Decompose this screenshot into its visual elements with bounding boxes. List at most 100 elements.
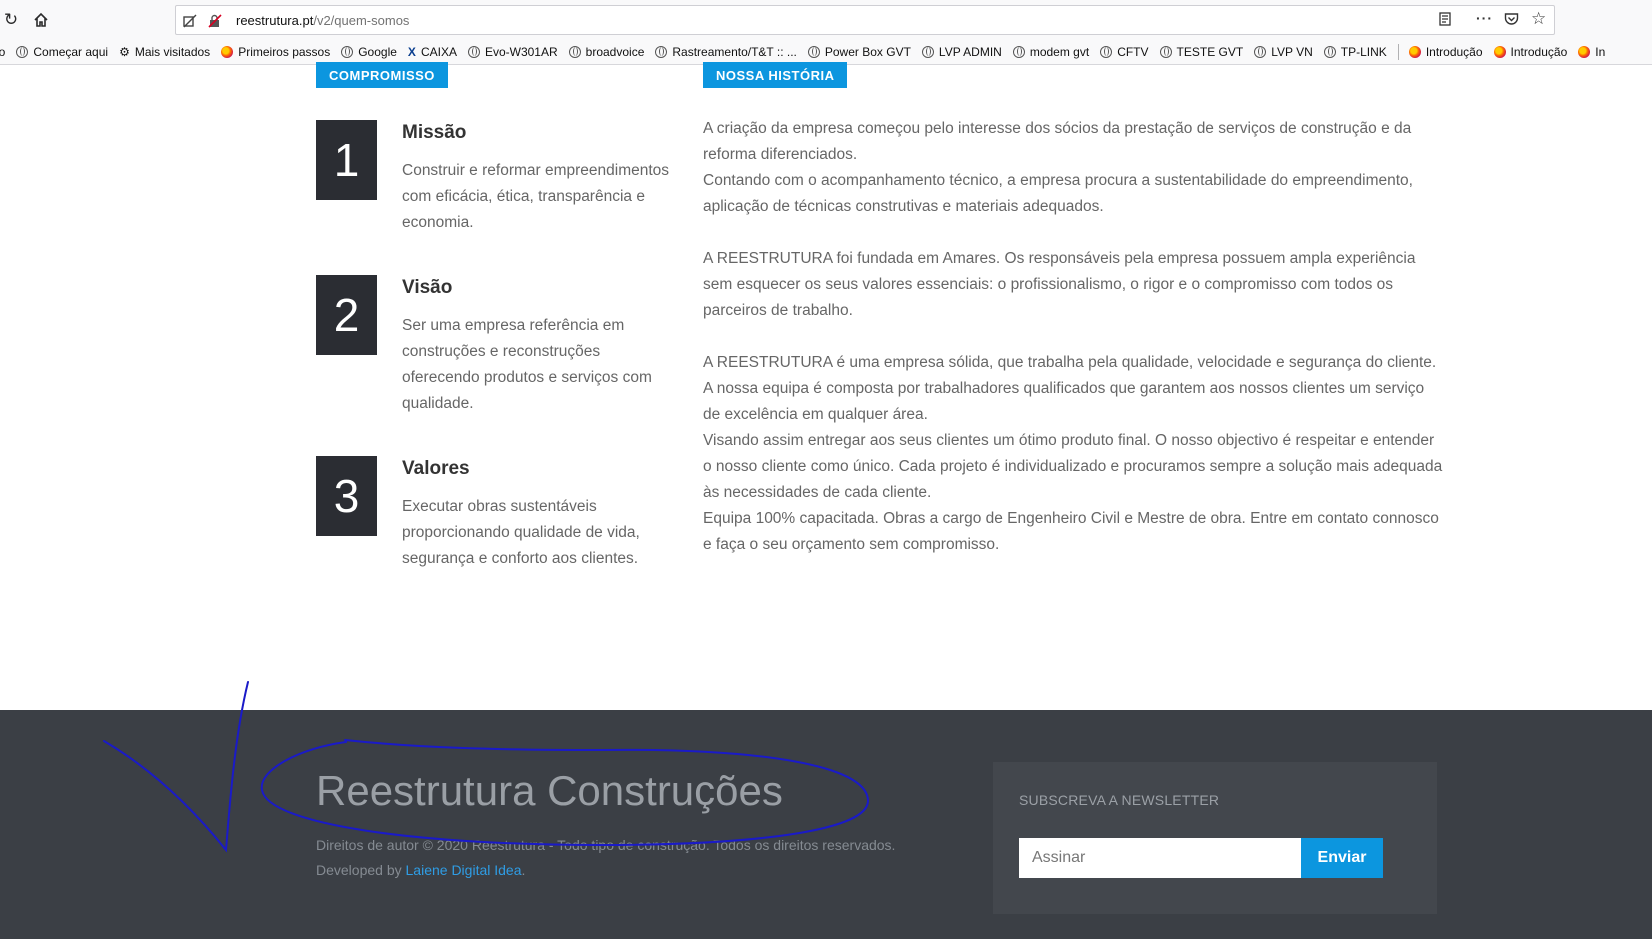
- bookmark-item[interactable]: ção: [0, 44, 5, 60]
- values-title: Valores: [402, 458, 470, 479]
- bookmark-star-icon[interactable]: ☆: [1531, 9, 1546, 29]
- nossa-historia-label: NOSSA HISTÓRIA: [703, 62, 848, 88]
- page-actions-icon[interactable]: ···: [1476, 10, 1493, 26]
- bookmark-label: ção: [0, 45, 5, 59]
- bookmark-label: Rastreamento/T&T :: ...: [672, 45, 797, 59]
- newsletter-title: SUBSCREVA A NEWSLETTER: [1019, 792, 1220, 808]
- values-text: Executar obras sustentáveis proporcionan…: [402, 498, 640, 567]
- bookmark-label: LVP VN: [1271, 45, 1313, 59]
- developed-by-prefix: Developed by: [316, 862, 406, 878]
- firefox-icon: [1578, 46, 1591, 58]
- globe-icon: [1254, 46, 1267, 58]
- bookmarks-list: ção Começar aqui ⚙ Mais visitados Primeiros …: [0, 44, 1616, 60]
- bookmark-label: Primeiros passos: [238, 45, 331, 59]
- bookmarks-separator: [1397, 44, 1399, 60]
- copyright-text: Direitos de autor © 2020 Reestrutura - T…: [316, 837, 896, 853]
- vision-text: Ser uma empresa referência em construçõe…: [402, 317, 652, 412]
- site-footer: Reestrutura Construções Direitos de auto…: [0, 710, 1652, 939]
- developed-by-suffix: .: [521, 862, 526, 878]
- bookmark-label: Começar aqui: [33, 45, 109, 59]
- developer-link[interactable]: Laiene Digital Idea: [406, 862, 522, 878]
- bookmark-item[interactable]: broadvoice: [568, 44, 644, 60]
- firefox-icon: [221, 46, 234, 58]
- mission-title: Missão: [402, 122, 467, 143]
- bookmark-item[interactable]: Começar aqui: [16, 44, 108, 60]
- bookmark-item[interactable]: modem gvt: [1012, 44, 1090, 60]
- bookmark-label: Introdução: [1425, 45, 1483, 59]
- globe-icon: [16, 46, 29, 58]
- bookmark-item[interactable]: ⚙ Mais visitados: [119, 44, 210, 60]
- reader-view-icon[interactable]: [1438, 12, 1452, 29]
- footer-copyright: Direitos de autor © 2020 Reestrutura - T…: [316, 833, 895, 883]
- reload-icon[interactable]: ↻: [0, 8, 24, 32]
- tracking-protection-icon[interactable]: [181, 12, 199, 30]
- insecure-lock-icon[interactable]: [206, 12, 224, 30]
- browser-toolbar: ↻ reestrutura.pt/v2/quem-somos ··· ☆: [0, 0, 1652, 40]
- bookmark-item[interactable]: TESTE GVT: [1159, 44, 1244, 60]
- globe-icon: [341, 46, 354, 58]
- compromisso-label: COMPROMISSO: [316, 62, 448, 88]
- newsletter-submit-button[interactable]: Enviar: [1301, 838, 1383, 878]
- vision-number: 2: [316, 275, 377, 355]
- history-paragraph: Contando com o acompanhamento técnico, a…: [703, 172, 1413, 215]
- bookmark-item[interactable]: LVP ADMIN: [921, 44, 1002, 60]
- mission-number: 1: [316, 120, 377, 200]
- bookmark-label: TESTE GVT: [1176, 45, 1244, 59]
- caixa-icon: X: [407, 45, 416, 59]
- globe-icon: [467, 46, 480, 58]
- bookmark-item[interactable]: Power Box GVT: [807, 44, 911, 60]
- vision-title: Visão: [402, 277, 453, 298]
- bookmark-label: Introdução: [1510, 45, 1568, 59]
- url-text[interactable]: reestrutura.pt/v2/quem-somos: [236, 13, 409, 28]
- gear-icon: ⚙: [119, 45, 130, 59]
- bookmark-item[interactable]: Evo-W301AR: [467, 44, 558, 60]
- bookmark-item[interactable]: In: [1578, 44, 1605, 60]
- bookmark-item[interactable]: Introdução: [1408, 44, 1483, 60]
- bookmark-label: CAIXA: [420, 45, 457, 59]
- bookmark-label: CFTV: [1117, 45, 1149, 59]
- globe-icon: [1100, 46, 1113, 58]
- newsletter-email-input[interactable]: [1019, 838, 1301, 878]
- url-path: /v2/quem-somos: [313, 13, 410, 28]
- history-paragraph: A nossa equipa é composta por trabalhado…: [703, 380, 1425, 423]
- bookmark-item[interactable]: Introdução: [1493, 44, 1568, 60]
- pocket-icon[interactable]: [1504, 12, 1519, 29]
- globe-icon: [655, 46, 668, 58]
- values-number: 3: [316, 456, 377, 536]
- bookmark-label: LVP ADMIN: [938, 45, 1002, 59]
- bookmark-item[interactable]: Google: [341, 44, 397, 60]
- bookmark-label: Power Box GVT: [824, 45, 911, 59]
- home-icon[interactable]: [28, 8, 54, 32]
- history-paragraph: A REESTRUTURA é uma empresa sólida, que …: [703, 354, 1437, 371]
- bookmark-label: Evo-W301AR: [484, 45, 558, 59]
- globe-icon: [1323, 46, 1336, 58]
- globe-icon: [921, 46, 934, 58]
- globe-icon: [1012, 46, 1025, 58]
- bookmark-item[interactable]: LVP VN: [1254, 44, 1313, 60]
- history-paragraph: Equipa 100% capacitada. Obras a cargo de…: [703, 510, 1439, 553]
- bookmark-item[interactable]: Primeiros passos: [221, 44, 330, 60]
- history-text: A criação da empresa começou pelo intere…: [703, 116, 1443, 558]
- bookmark-item[interactable]: Rastreamento/T&T :: ...: [655, 44, 797, 60]
- bookmark-item[interactable]: TP-LINK: [1323, 44, 1387, 60]
- history-paragraph: A REESTRUTURA foi fundada em Amares. Os …: [703, 250, 1416, 319]
- globe-icon: [807, 46, 820, 58]
- mission-text: Construir e reformar empreendimentos com…: [402, 162, 670, 231]
- bookmark-item[interactable]: CFTV: [1100, 44, 1149, 60]
- url-bar[interactable]: reestrutura.pt/v2/quem-somos ··· ☆: [175, 5, 1555, 35]
- history-paragraph: A criação da empresa começou pelo intere…: [703, 120, 1412, 163]
- url-host: reestrutura.pt: [236, 13, 314, 28]
- newsletter-box: SUBSCREVA A NEWSLETTER Enviar: [993, 762, 1437, 914]
- bookmark-label: Mais visitados: [134, 45, 211, 59]
- bookmark-label: In: [1595, 45, 1606, 59]
- bookmark-label: Google: [358, 45, 397, 59]
- bookmark-label: modem gvt: [1029, 45, 1090, 59]
- developed-by-line: Developed by Laiene Digital Idea.: [316, 858, 895, 883]
- footer-brand-title: Reestrutura Construções: [316, 767, 783, 814]
- bookmark-item[interactable]: X CAIXA: [408, 44, 457, 60]
- globe-icon: [568, 46, 581, 58]
- history-paragraph: Visando assim entregar aos seus clientes…: [703, 432, 1443, 501]
- bookmark-label: TP-LINK: [1340, 45, 1387, 59]
- globe-icon: [1159, 46, 1172, 58]
- firefox-icon: [1493, 46, 1506, 58]
